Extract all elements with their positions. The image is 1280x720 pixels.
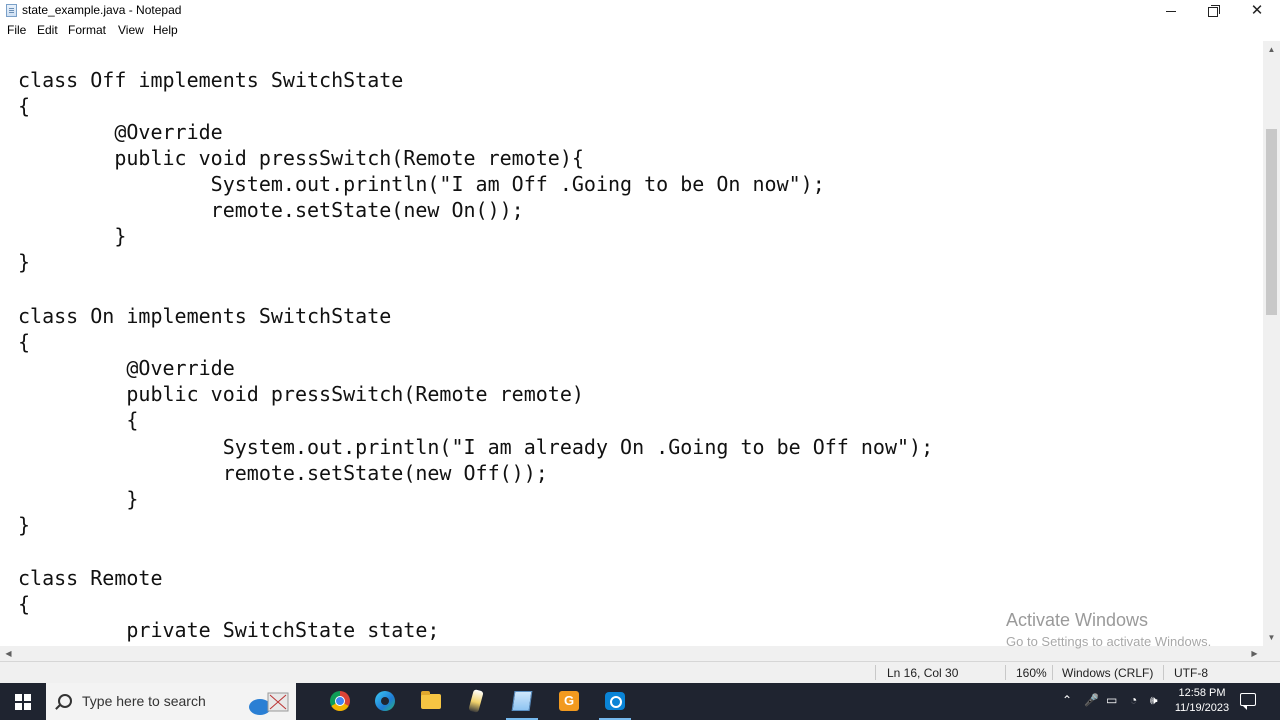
zoom-level: 160%	[1016, 666, 1047, 680]
taskbar-file-explorer[interactable]	[409, 683, 453, 720]
clock-date: 11/19/2023	[1174, 702, 1230, 714]
status-divider	[875, 665, 876, 680]
code-line: @Override	[18, 356, 235, 380]
scroll-right-arrow-icon[interactable]: ▶	[1246, 646, 1263, 661]
scroll-up-arrow-icon[interactable]: ▲	[1263, 41, 1280, 58]
vertical-scrollbar[interactable]: ▲ ▼	[1263, 41, 1280, 646]
clock-time: 12:58 PM	[1178, 687, 1226, 699]
code-line: @Override	[18, 120, 223, 144]
search-icon	[58, 694, 72, 708]
taskbar-paint[interactable]	[455, 683, 499, 720]
close-button[interactable]: ✕	[1235, 0, 1279, 21]
scrollbar-corner	[1263, 646, 1280, 661]
wifi-icon[interactable]: ◔	[1130, 693, 1137, 707]
activation-watermark-title: Activate Windows	[1006, 610, 1149, 630]
paint-icon	[468, 689, 484, 713]
code-line: System.out.println("I am Off .Going to b…	[18, 172, 825, 196]
code-line: class Remote	[18, 566, 163, 590]
search-highlight-icon	[249, 692, 289, 715]
taskbar-edge[interactable]	[363, 683, 407, 720]
search-placeholder: Type here to search	[82, 693, 206, 709]
taskbar-gs-app[interactable]: G	[547, 683, 591, 720]
menu-format[interactable]: Format	[68, 23, 106, 37]
status-divider	[1052, 665, 1053, 680]
taskbar-chrome[interactable]	[318, 683, 362, 720]
code-line: public void pressSwitch(Remote remote)	[18, 382, 584, 406]
menu-edit[interactable]: Edit	[37, 23, 58, 37]
code-line: class Off implements SwitchState	[18, 68, 404, 92]
taskbar-camera[interactable]	[593, 683, 637, 720]
restore-button[interactable]	[1191, 0, 1235, 21]
taskbar-clock[interactable]: 12:58 PM 11/19/2023	[1174, 686, 1230, 716]
line-ending: Windows (CRLF)	[1062, 666, 1154, 680]
code-line: }	[18, 487, 139, 511]
code-line: {	[18, 592, 31, 616]
minimize-button[interactable]	[1149, 0, 1193, 21]
notepad-app-icon	[6, 4, 17, 17]
cursor-position: Ln 16, Col 30	[887, 666, 959, 680]
code-line: }	[18, 224, 127, 248]
taskbar: Type here to search G ⌃ 🎤 ▭ ◔ 🕪 12:58 PM…	[0, 683, 1280, 720]
code-line: remote.setState(new Off());	[18, 461, 548, 485]
status-bar: Ln 16, Col 30 160% Windows (CRLF) UTF-8	[0, 661, 1280, 683]
encoding: UTF-8	[1174, 666, 1208, 680]
gs-app-icon: G	[559, 691, 579, 711]
status-divider	[1163, 665, 1164, 680]
code-line: remote.setState(new On());	[18, 198, 524, 222]
tray-chevron-icon[interactable]: ⌃	[1062, 693, 1072, 707]
text-editor[interactable]: class Off implements SwitchState { @Over…	[0, 41, 1263, 646]
scroll-left-arrow-icon[interactable]: ◀	[0, 646, 17, 661]
code-line: {	[18, 94, 31, 118]
menu-help[interactable]: Help	[153, 23, 178, 37]
edge-icon	[375, 691, 395, 711]
menu-bar: File Edit Format View Help	[0, 21, 1280, 41]
scroll-down-arrow-icon[interactable]: ▼	[1263, 629, 1280, 646]
file-explorer-icon	[421, 691, 441, 709]
code-line: {	[18, 408, 139, 432]
window-title: state_example.java - Notepad	[22, 3, 182, 17]
windows-logo-icon	[15, 694, 31, 710]
title-bar: state_example.java - Notepad ✕	[0, 0, 1280, 21]
battery-icon[interactable]: ▭	[1106, 693, 1117, 707]
minimize-icon	[1166, 11, 1176, 13]
start-button[interactable]	[0, 683, 46, 720]
restore-icon	[1208, 4, 1220, 17]
code-line: }	[18, 513, 31, 537]
code-line: public void pressSwitch(Remote remote){	[18, 146, 584, 170]
activation-watermark-subtitle: Go to Settings to activate Windows.	[1006, 634, 1212, 649]
taskbar-notepad[interactable]	[500, 683, 544, 720]
code-line: class On implements SwitchState	[18, 304, 392, 328]
code-line: System.out.println("I am already On .Goi…	[18, 435, 934, 459]
vertical-scroll-thumb[interactable]	[1266, 129, 1277, 315]
notification-center-icon[interactable]	[1240, 693, 1256, 710]
volume-icon[interactable]: 🕪	[1150, 693, 1158, 708]
code-line: }	[18, 250, 31, 274]
camera-icon	[605, 692, 625, 710]
microphone-icon[interactable]: 🎤	[1084, 693, 1099, 707]
menu-file[interactable]: File	[7, 23, 26, 37]
menu-view[interactable]: View	[118, 23, 144, 37]
chrome-icon	[330, 691, 350, 711]
status-divider	[1005, 665, 1006, 680]
code-line: {	[18, 330, 31, 354]
code-line: private SwitchState state;	[18, 618, 440, 642]
close-icon: ✕	[1250, 2, 1264, 19]
notepad-icon	[511, 691, 533, 711]
taskbar-search-box[interactable]: Type here to search	[46, 683, 296, 720]
